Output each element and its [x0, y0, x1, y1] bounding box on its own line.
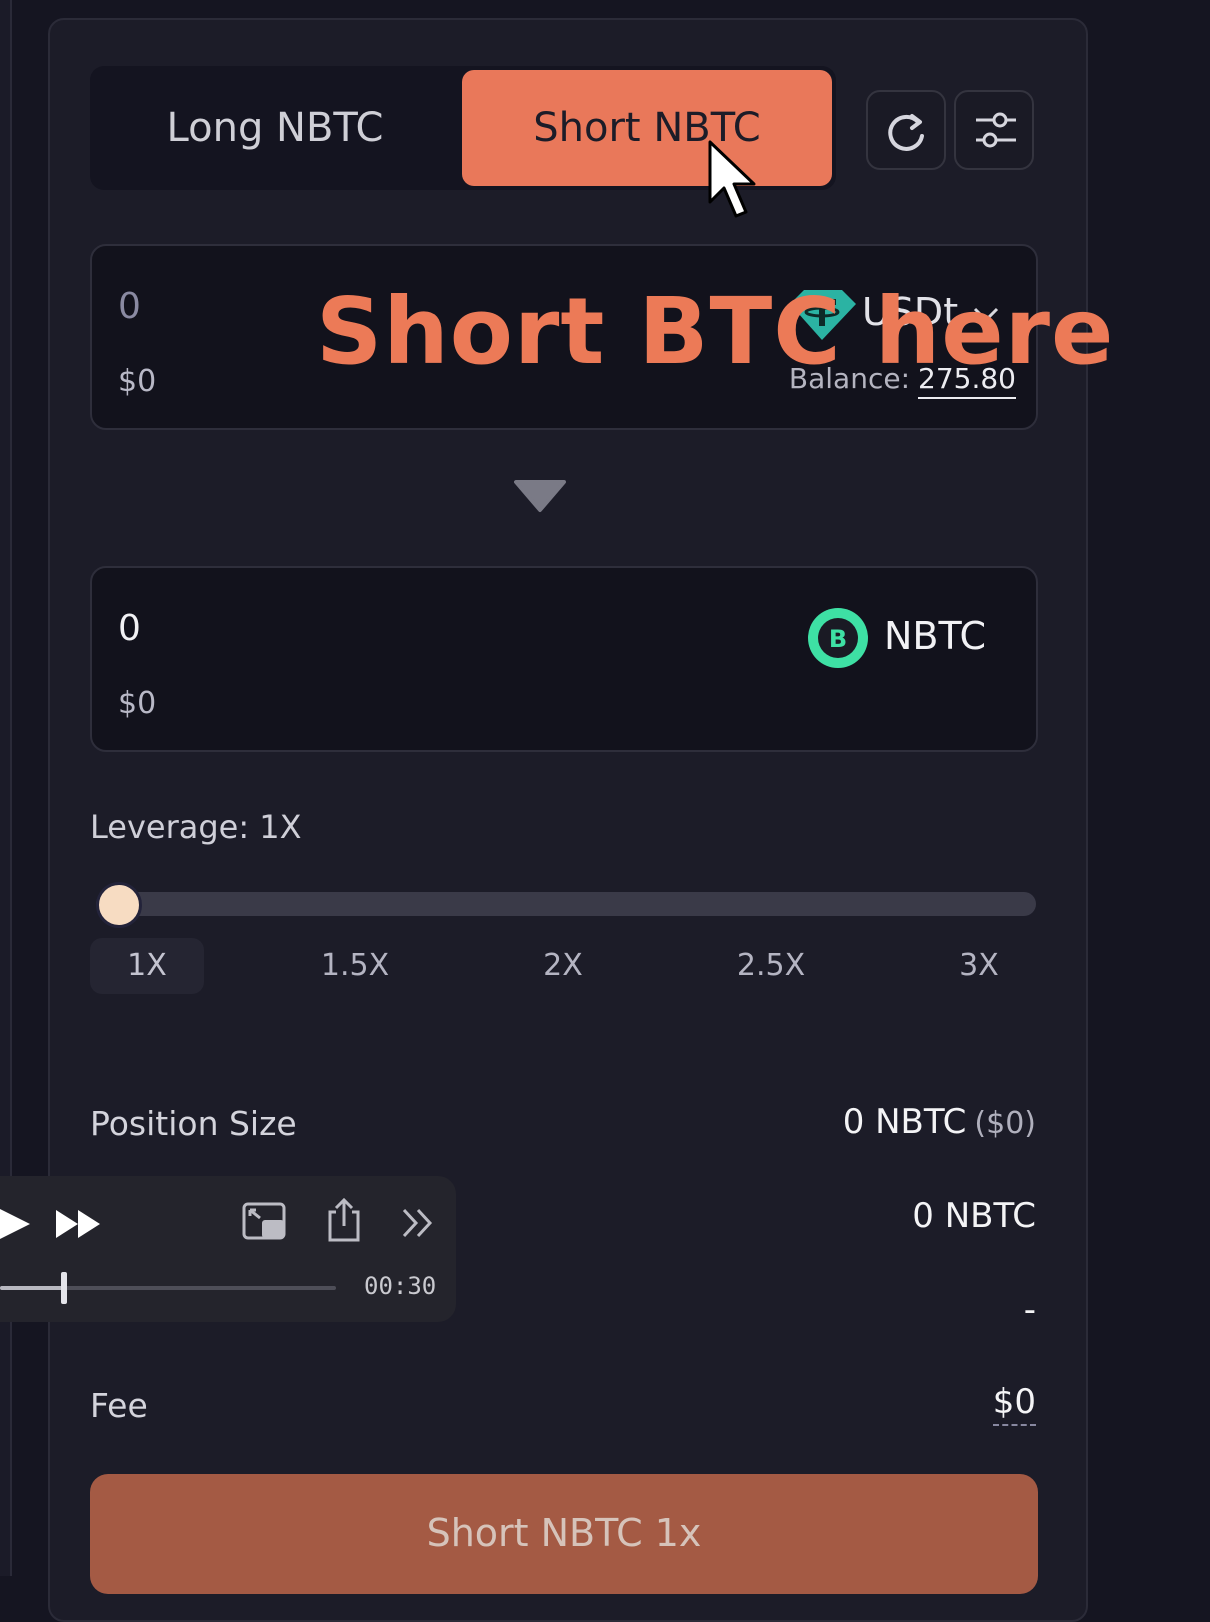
leverage-slider[interactable] [96, 892, 1036, 916]
arrow-down-icon[interactable] [514, 478, 566, 514]
video-progress-fill [0, 1286, 64, 1290]
fee-value[interactable]: $0 [992, 1382, 1036, 1426]
refresh-icon [888, 114, 924, 151]
receive-field[interactable]: 0 $0 B NBTC [90, 566, 1038, 752]
refresh-button[interactable] [866, 90, 946, 170]
left-pane-edge [0, 0, 12, 1576]
video-caption-overlay: Short BTC here [316, 278, 1115, 385]
fee-amount[interactable]: $0 [992, 1382, 1036, 1426]
picture-in-picture-icon[interactable] [242, 1202, 288, 1244]
receive-token: NBTC [884, 614, 987, 658]
leverage-option-2x[interactable]: 2X [506, 938, 620, 994]
leverage-option-1x[interactable]: 1X [90, 938, 204, 994]
pay-usd-value: $0 [118, 364, 157, 399]
fee-label: Fee [90, 1386, 148, 1425]
tab-short[interactable]: Short NBTC [462, 70, 832, 186]
position-size-usd: ($0) [974, 1106, 1036, 1141]
btc-icon: B [808, 608, 868, 668]
fast-forward-icon[interactable] [54, 1208, 104, 1240]
leverage-option-2-5x[interactable]: 2.5X [714, 938, 828, 994]
tab-long[interactable]: Long NBTC [90, 70, 460, 186]
second-row-value: 0 NBTC [912, 1196, 1036, 1236]
receive-usd-value: $0 [118, 686, 157, 721]
sliders-icon [976, 112, 1016, 148]
mouse-cursor-icon [708, 140, 756, 218]
liquidation-price-value: - [1023, 1290, 1036, 1330]
leverage-option-1-5x[interactable]: 1.5X [298, 938, 412, 994]
play-icon[interactable] [0, 1202, 34, 1246]
leverage-label: Leverage: 1X [90, 808, 302, 846]
share-icon[interactable] [326, 1196, 362, 1246]
svg-text:B: B [829, 625, 847, 653]
receive-amount: 0 [118, 608, 141, 649]
position-size-nbtc: 0 NBTC [842, 1102, 967, 1142]
video-player-controls: 00:30 [0, 1176, 456, 1322]
short-submit-button[interactable]: Short NBTC 1x [90, 1474, 1038, 1594]
position-size-value: 0 NBTC ($0) [843, 1102, 1036, 1142]
pay-amount-input[interactable]: 0 [118, 286, 141, 327]
position-size-label: Position Size [90, 1104, 297, 1143]
leverage-slider-handle[interactable] [96, 882, 142, 928]
leverage-option-3x[interactable]: 3X [922, 938, 1036, 994]
chevrons-right-icon[interactable] [400, 1206, 436, 1240]
settings-button[interactable] [954, 90, 1034, 170]
video-scrubber-handle[interactable] [60, 1272, 67, 1304]
video-time: 00:30 [364, 1272, 437, 1300]
